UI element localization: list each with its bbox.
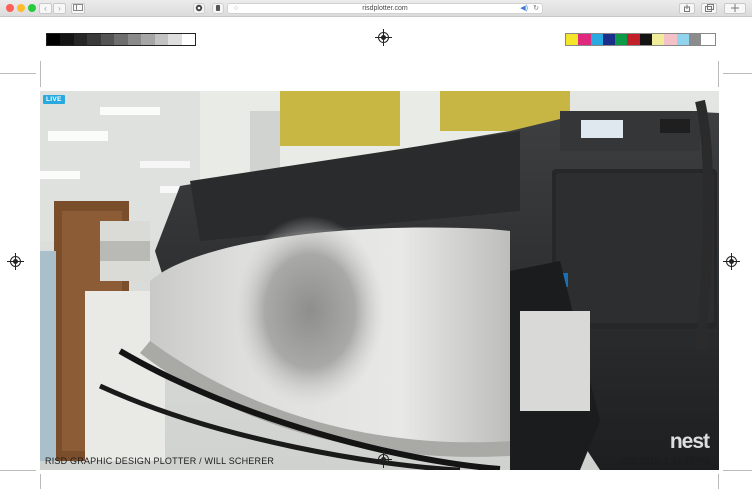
tabs-icon	[704, 4, 714, 12]
crop-mark	[0, 470, 36, 471]
registration-mark-right	[723, 253, 740, 270]
extension-icon[interactable]	[212, 3, 224, 14]
color-swatch-5	[615, 34, 628, 45]
cmyk-color-bar	[565, 33, 716, 46]
color-swatch-10	[676, 34, 689, 45]
crop-mark	[723, 470, 752, 471]
gray-swatch-5	[100, 34, 115, 45]
address-bar[interactable]: ○ risdplotter.com ◀) ↻	[227, 3, 543, 14]
browser-toolbar: ‹ › ○ risdplotter.com ◀) ↻	[0, 0, 752, 17]
share-icon	[684, 4, 690, 12]
gray-swatch-10	[168, 34, 182, 45]
registration-mark-left	[7, 253, 24, 270]
sidebar-toggle-button[interactable]	[71, 3, 85, 14]
camera-timestamp: 11/8/2016, 1:47:40 PM	[619, 456, 710, 466]
share-button[interactable]	[679, 3, 695, 14]
sidebar-icon	[73, 4, 83, 11]
plotter-scene	[40, 91, 719, 470]
gray-swatch-9	[154, 34, 169, 45]
color-swatch-6	[627, 34, 640, 45]
color-swatch-7	[639, 34, 653, 45]
grayscale-color-bar	[46, 33, 196, 46]
registration-mark-top	[375, 29, 392, 46]
gray-swatch-2	[60, 34, 74, 45]
gray-swatch-11	[181, 34, 195, 45]
registration-mark-bottom	[375, 451, 392, 468]
crop-mark	[718, 61, 719, 87]
back-button[interactable]: ‹	[39, 3, 52, 14]
camera-caption: RISD GRAPHIC DESIGN PLOTTER / WILL SCHER…	[45, 456, 275, 466]
color-swatch-3	[590, 34, 603, 45]
crop-mark	[40, 474, 41, 489]
gray-swatch-4	[87, 34, 101, 45]
live-camera-feed[interactable]: LIVE nest RISD GRAPHIC DESIGN PLOTTER / …	[40, 91, 719, 470]
color-swatch-9	[664, 34, 677, 45]
color-swatch-2	[578, 34, 591, 45]
reload-icon[interactable]: ↻	[533, 4, 539, 13]
color-swatch-11	[688, 34, 702, 45]
color-swatch-4	[602, 34, 616, 45]
tabs-overview-button[interactable]	[701, 3, 717, 14]
color-swatch-1	[566, 34, 579, 45]
audio-playing-icon[interactable]: ◀)	[520, 4, 528, 13]
gray-swatch-7	[127, 34, 142, 45]
forward-button[interactable]: ›	[53, 3, 66, 14]
color-swatch-8	[652, 34, 665, 45]
close-window-button[interactable]	[6, 4, 14, 12]
maximize-window-button[interactable]	[28, 4, 36, 12]
new-tab-button[interactable]	[724, 3, 746, 14]
address-url[interactable]: risdplotter.com	[228, 4, 542, 13]
live-badge: LIVE	[43, 95, 65, 104]
nest-watermark-logo: nest	[669, 430, 710, 453]
minimize-window-button[interactable]	[17, 4, 25, 12]
new-tab-icon	[731, 4, 739, 12]
gray-swatch-1	[47, 34, 61, 45]
crop-mark	[723, 73, 752, 74]
crop-mark	[718, 474, 719, 489]
crop-mark	[40, 61, 41, 87]
crop-mark	[0, 73, 36, 74]
gray-swatch-6	[114, 34, 128, 45]
privacy-report-icon[interactable]	[193, 3, 205, 14]
gray-swatch-3	[73, 34, 88, 45]
gray-swatch-8	[141, 34, 155, 45]
